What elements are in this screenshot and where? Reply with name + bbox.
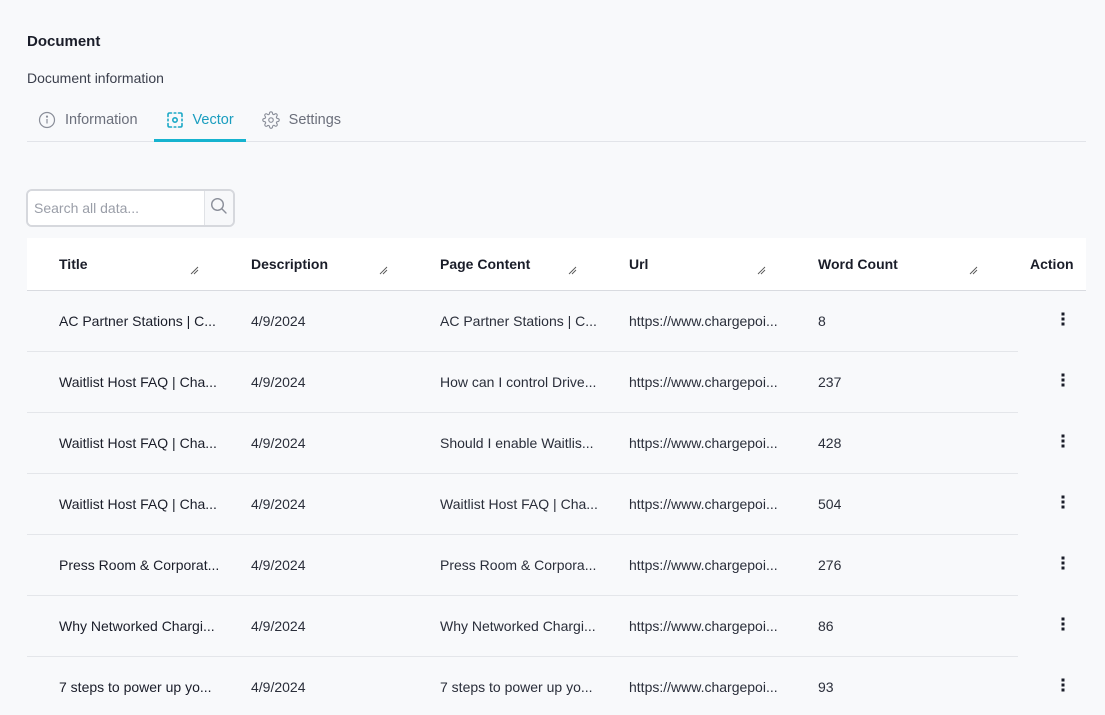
kebab-menu-icon	[1061, 617, 1065, 636]
column-header-page-content[interactable]: Page Content	[440, 238, 530, 290]
cell-title: Press Room & Corporat...	[59, 557, 220, 573]
tab-bar: Information Vector Settings	[27, 98, 1086, 142]
documents-table: Title Description Page Content Url Word …	[27, 238, 1086, 715]
cell-page-content: AC Partner Stations | C...	[440, 313, 597, 329]
gear-icon	[261, 110, 280, 129]
tab-label: Information	[65, 111, 138, 128]
tab-label: Settings	[288, 111, 342, 128]
cell-word-count: 428	[818, 435, 842, 451]
cell-url: https://www.chargepoi...	[629, 618, 778, 634]
row-actions-button[interactable]	[1053, 555, 1073, 575]
cell-page-content: How can I control Drive...	[440, 374, 597, 390]
row-actions-button[interactable]	[1053, 494, 1073, 514]
kebab-menu-icon	[1061, 678, 1065, 697]
cell-title: Waitlist Host FAQ | Cha...	[59, 374, 217, 390]
info-circle-icon	[38, 111, 56, 129]
tab-settings[interactable]: Settings	[250, 98, 353, 141]
kebab-menu-icon	[1061, 434, 1065, 453]
column-header-title[interactable]: Title	[59, 238, 88, 290]
table-row[interactable]: Waitlist Host FAQ | Cha... 4/9/2024 Shou…	[27, 413, 1086, 474]
row-actions-button[interactable]	[1053, 677, 1073, 697]
document-page: Document Document information Informatio…	[0, 0, 1105, 715]
cell-url: https://www.chargepoi...	[629, 435, 778, 451]
column-header-word-count[interactable]: Word Count	[818, 238, 898, 290]
table-row[interactable]: 7 steps to power up yo... 4/9/2024 7 ste…	[27, 657, 1086, 715]
table-row[interactable]: Waitlist Host FAQ | Cha... 4/9/2024 Wait…	[27, 474, 1086, 535]
row-actions-button[interactable]	[1053, 616, 1073, 636]
page-subtitle: Document information	[27, 70, 164, 86]
row-actions-button[interactable]	[1053, 433, 1073, 453]
kebab-menu-icon	[1061, 556, 1065, 575]
column-header-url[interactable]: Url	[629, 238, 648, 290]
column-resize-handle[interactable]	[189, 262, 199, 275]
cell-title: Why Networked Chargi...	[59, 618, 215, 634]
column-resize-handle[interactable]	[567, 262, 577, 275]
cell-word-count: 504	[818, 496, 842, 512]
cell-word-count: 93	[818, 679, 834, 695]
cell-title: 7 steps to power up yo...	[59, 679, 212, 695]
kebab-menu-icon	[1061, 373, 1065, 392]
cell-title: Waitlist Host FAQ | Cha...	[59, 496, 217, 512]
table-body: AC Partner Stations | C... 4/9/2024 AC P…	[27, 291, 1086, 715]
column-header-description[interactable]: Description	[251, 238, 328, 290]
tab-label: Vector	[192, 111, 234, 128]
cell-title: Waitlist Host FAQ | Cha...	[59, 435, 217, 451]
cell-description: 4/9/2024	[251, 313, 306, 329]
vector-scan-icon	[166, 111, 184, 129]
column-header-action: Action	[1030, 256, 1074, 272]
table-row[interactable]: AC Partner Stations | C... 4/9/2024 AC P…	[27, 291, 1086, 352]
cell-word-count: 8	[818, 313, 826, 329]
cell-description: 4/9/2024	[251, 618, 306, 634]
cell-page-content: Why Networked Chargi...	[440, 618, 596, 634]
kebab-menu-icon	[1061, 495, 1065, 514]
cell-description: 4/9/2024	[251, 496, 306, 512]
cell-title: AC Partner Stations | C...	[59, 313, 216, 329]
cell-page-content: Waitlist Host FAQ | Cha...	[440, 496, 598, 512]
tab-information[interactable]: Information	[27, 98, 150, 141]
cell-word-count: 237	[818, 374, 842, 390]
cell-description: 4/9/2024	[251, 435, 306, 451]
kebab-menu-icon	[1061, 312, 1065, 331]
search-input[interactable]	[28, 191, 204, 225]
cell-url: https://www.chargepoi...	[629, 557, 778, 573]
table-row[interactable]: Why Networked Chargi... 4/9/2024 Why Net…	[27, 596, 1086, 657]
cell-word-count: 276	[818, 557, 842, 573]
column-resize-handle[interactable]	[968, 262, 978, 275]
table-row[interactable]: Press Room & Corporat... 4/9/2024 Press …	[27, 535, 1086, 596]
row-actions-button[interactable]	[1053, 372, 1073, 392]
search-icon	[210, 197, 228, 220]
cell-description: 4/9/2024	[251, 679, 306, 695]
cell-description: 4/9/2024	[251, 374, 306, 390]
row-actions-button[interactable]	[1053, 311, 1073, 331]
cell-page-content: Should I enable Waitlis...	[440, 435, 594, 451]
tab-vector[interactable]: Vector	[153, 98, 246, 142]
cell-url: https://www.chargepoi...	[629, 679, 778, 695]
cell-page-content: Press Room & Corpora...	[440, 557, 597, 573]
cell-description: 4/9/2024	[251, 557, 306, 573]
search-box	[26, 189, 235, 227]
page-title: Document	[27, 33, 101, 50]
cell-page-content: 7 steps to power up yo...	[440, 679, 593, 695]
column-resize-handle[interactable]	[378, 262, 388, 275]
cell-url: https://www.chargepoi...	[629, 313, 778, 329]
cell-word-count: 86	[818, 618, 834, 634]
column-resize-handle[interactable]	[756, 262, 766, 275]
table-row[interactable]: Waitlist Host FAQ | Cha... 4/9/2024 How …	[27, 352, 1086, 413]
table-header: Title Description Page Content Url Word …	[27, 238, 1086, 291]
search-button[interactable]	[204, 191, 233, 225]
cell-url: https://www.chargepoi...	[629, 496, 778, 512]
cell-url: https://www.chargepoi...	[629, 374, 778, 390]
